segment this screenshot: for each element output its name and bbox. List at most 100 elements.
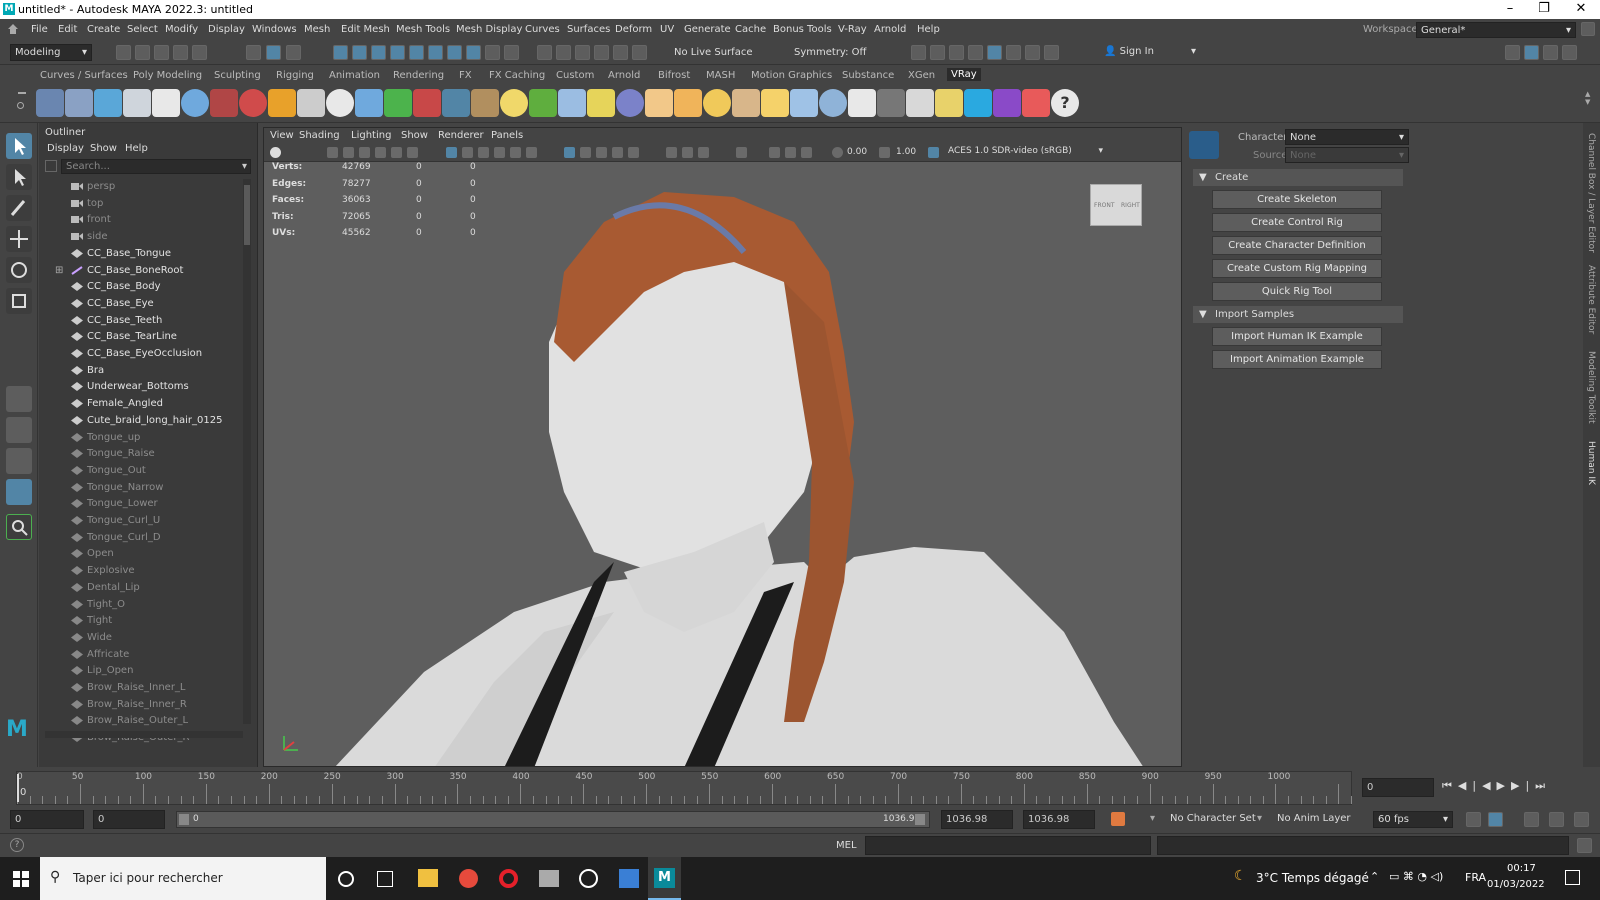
select-object-icon[interactable] — [266, 45, 281, 60]
character-dropdown[interactable]: None ▾ — [1285, 129, 1409, 145]
undo-icon[interactable] — [173, 45, 188, 60]
move-tool-icon[interactable] — [6, 226, 32, 252]
range-handle-left[interactable] — [179, 814, 189, 825]
xray-joints-icon[interactable] — [596, 147, 607, 158]
vray-flag-icon[interactable] — [848, 89, 876, 117]
vray-grass-icon[interactable] — [529, 89, 557, 117]
shelf-tab-arnold[interactable]: Arnold — [608, 70, 640, 81]
outliner-item[interactable]: Tight — [47, 613, 247, 629]
cortana-icon[interactable] — [338, 871, 354, 887]
shelf-tab-sculpting[interactable]: Sculpting — [214, 70, 261, 81]
construction-icon[interactable] — [556, 45, 571, 60]
outliner-menu-display[interactable]: Display — [47, 143, 84, 154]
outliner-item[interactable]: Brow_Raise_Inner_L — [47, 680, 247, 696]
viewcube[interactable]: FRONT RIGHT — [1090, 184, 1142, 226]
menu-mesh-tools[interactable]: Mesh Tools — [396, 24, 450, 35]
shelf-tab-mash[interactable]: MASH — [706, 70, 735, 81]
cache-playback-icon[interactable] — [1488, 812, 1503, 827]
notifications-icon[interactable] — [1565, 870, 1580, 885]
magnet-icon[interactable] — [613, 45, 628, 60]
screen-space-ao-icon[interactable] — [526, 147, 537, 158]
help-icon[interactable]: ? — [1051, 89, 1079, 117]
vp-menu-lighting[interactable]: Lighting — [351, 130, 391, 141]
vray-sun-icon[interactable] — [442, 89, 470, 117]
motion-blur-icon[interactable] — [666, 147, 677, 158]
app-icon[interactable] — [539, 870, 559, 887]
sound-icon[interactable] — [1524, 812, 1539, 827]
bookmarks-icon[interactable] — [343, 147, 354, 158]
outliner-item[interactable]: Tongue_Out — [47, 463, 247, 479]
minimize-button[interactable]: – — [1495, 1, 1525, 16]
menu-generate[interactable]: Generate — [684, 24, 731, 35]
sign-in-button[interactable]: 👤 Sign In ▾ — [1100, 44, 1200, 61]
hypershade-icon[interactable] — [968, 45, 983, 60]
lock-camera-icon[interactable] — [736, 147, 747, 158]
vray-bulb-icon[interactable] — [935, 89, 963, 117]
camera-attributes-icon[interactable] — [327, 147, 338, 158]
auto-key-icon[interactable] — [1111, 812, 1125, 826]
antialiasing-icon[interactable] — [682, 147, 693, 158]
shelf-tab-rendering[interactable]: Rendering — [393, 70, 444, 81]
unreal-engine-icon[interactable] — [579, 869, 598, 888]
shelf-tab-xgen[interactable]: XGen — [908, 70, 935, 81]
outliner-item[interactable]: Bra — [47, 363, 247, 379]
taskbar-search-box[interactable]: ⚲ Taper ici pour rechercher — [40, 857, 326, 900]
shelf-tab-custom[interactable]: Custom — [556, 70, 594, 81]
outliner-item[interactable]: front — [47, 212, 247, 228]
vray-frame-buffer-icon[interactable] — [906, 89, 934, 117]
viewport-settings-icon[interactable] — [769, 147, 780, 158]
shelf-settings-icon[interactable] — [17, 102, 24, 109]
channel-box-icon[interactable] — [1562, 45, 1577, 60]
viewcube-right[interactable]: RIGHT — [1121, 202, 1140, 209]
outliner-item[interactable]: CC_Base_Tongue — [47, 246, 247, 262]
photos-icon[interactable] — [619, 869, 639, 888]
vray-globe-icon[interactable] — [616, 89, 644, 117]
shadows-icon[interactable] — [510, 147, 521, 158]
range-bar[interactable]: 0 1036.98 — [176, 811, 930, 828]
vray-settings-icon[interactable] — [1006, 45, 1021, 60]
history-icon[interactable] — [537, 45, 552, 60]
menu-file[interactable]: File — [31, 24, 48, 35]
outliner-item[interactable]: Tongue_Lower — [47, 496, 247, 512]
outliner-item[interactable]: Explosive — [47, 563, 247, 579]
exposure-icon[interactable] — [832, 147, 843, 158]
vp-menu-show[interactable]: Show — [401, 130, 428, 141]
tray-icons[interactable]: ▭ ⌘ ◔ ◁) — [1389, 870, 1443, 883]
vray-vfb-icon[interactable] — [94, 89, 122, 117]
script-editor-icon[interactable] — [1577, 838, 1592, 853]
shelf-tab-bifrost[interactable]: Bifrost — [658, 70, 690, 81]
paint-select-icon[interactable] — [6, 195, 32, 221]
outliner-item[interactable]: CC_Base_Teeth — [47, 313, 247, 329]
outliner-item[interactable]: Lip_Open — [47, 663, 247, 679]
outliner-item[interactable]: CC_Base_Body — [47, 279, 247, 295]
menu-edit-mesh[interactable]: Edit Mesh — [341, 24, 390, 35]
select-component-icon[interactable] — [286, 45, 301, 60]
select-hierarchy-icon[interactable] — [246, 45, 261, 60]
vp-menu-view[interactable]: View — [270, 130, 294, 141]
input-language[interactable]: FRA — [1465, 871, 1486, 884]
perspective-outliner-icon[interactable] — [6, 448, 32, 474]
workspace-lock-icon[interactable] — [1581, 22, 1595, 36]
menu-windows[interactable]: Windows — [252, 24, 297, 35]
windows-start-icon[interactable] — [13, 871, 29, 887]
fps-dropdown[interactable]: 60 fps ▾ — [1373, 811, 1453, 828]
outliner-scroll-thumb[interactable] — [244, 185, 250, 245]
select-tool-icon[interactable] — [6, 133, 32, 159]
shelf-tab-animation[interactable]: Animation — [329, 70, 380, 81]
vray-palette-icon[interactable] — [1022, 89, 1050, 117]
shelf-tab-fx[interactable]: FX — [459, 70, 472, 81]
resolution-gate-icon[interactable] — [407, 147, 418, 158]
vray-cloud-icon[interactable] — [964, 89, 992, 117]
menu-help[interactable]: Help — [917, 24, 940, 35]
side-tab-human-ik[interactable]: Human IK — [1586, 441, 1596, 485]
xray-icon[interactable] — [580, 147, 591, 158]
outliner-item[interactable]: CC_Base_TearLine — [47, 329, 247, 345]
viewport-camera-icon[interactable] — [801, 147, 812, 158]
outliner-item[interactable]: Tongue_up — [47, 430, 247, 446]
search-icon[interactable] — [6, 514, 32, 540]
colorspace-dropdown[interactable]: ACES 1.0 SDR-video (sRGB) ▾ — [944, 145, 1107, 160]
depth-of-field-icon[interactable] — [698, 147, 709, 158]
outliner-filter-icon[interactable] — [45, 160, 57, 172]
snap-together-icon[interactable] — [447, 45, 462, 60]
color-management-icon[interactable] — [928, 147, 939, 158]
